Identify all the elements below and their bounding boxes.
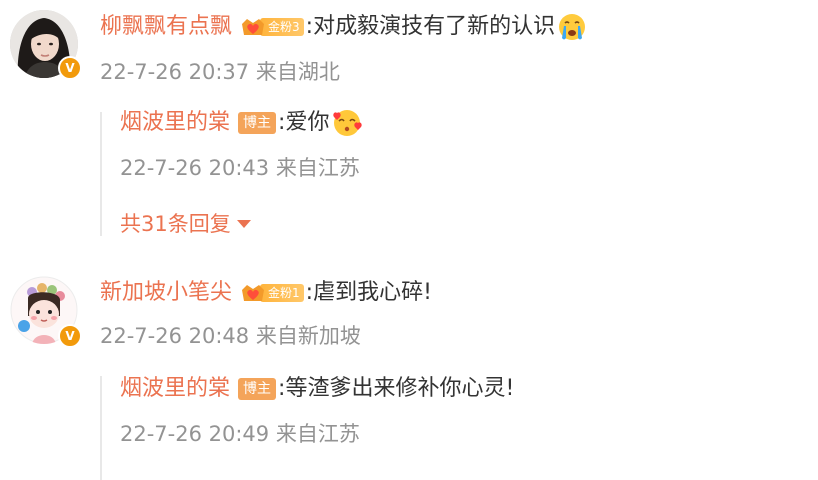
more-replies-label: 共31条回复 [120, 212, 231, 236]
separator: : [278, 376, 286, 401]
comment-item: V 柳飘飘有点飘 金粉3 : 对成毅演技有了新的认识 22-7-26 20:37… [0, 0, 818, 250]
comment-text: 虐到我心碎! [313, 280, 432, 305]
verified-badge-icon: V [58, 56, 82, 80]
more-replies-link[interactable]: 共31条回复 [120, 210, 251, 238]
separator: : [305, 280, 314, 305]
reply-time: 22-7-26 20:49 [120, 422, 270, 446]
reply-text: 爱你 [285, 110, 330, 135]
comment-location: 来自湖北 [255, 60, 340, 84]
comment-header: 柳飘飘有点飘 金粉3 : 对成毅演技有了新的认识 [100, 12, 587, 42]
reply-thread [100, 376, 102, 480]
reply-text: 等渣爹出来修补你心灵! [285, 376, 515, 401]
crown-heart-icon [242, 19, 265, 35]
fan-badge[interactable]: 金粉3 [240, 16, 304, 38]
reply-meta: 22-7-26 20:49 来自江苏 [120, 420, 360, 448]
caret-down-icon [236, 220, 251, 228]
reply-header: 烟波里的棠 博主 : 等渣爹出来修补你心灵! [120, 374, 514, 404]
fan-badge-label: 金粉1 [260, 284, 304, 302]
verified-badge-icon: V [58, 324, 82, 348]
reply-meta: 22-7-26 20:43 来自江苏 [120, 154, 360, 182]
reply-time: 22-7-26 20:43 [120, 156, 270, 180]
comment-text: 对成毅演技有了新的认识 [313, 14, 556, 39]
comment-meta: 22-7-26 20:37 来自湖北 [100, 58, 340, 86]
comment-time: 22-7-26 20:48 [100, 324, 250, 348]
comment-item: V 新加坡小笔尖 金粉1 : 虐到我心碎! 22-7-26 20:48 来自新加… [0, 264, 818, 480]
reply-location: 来自江苏 [275, 156, 360, 180]
blogger-tag: 博主 [238, 112, 277, 134]
fan-badge[interactable]: 金粉1 [240, 282, 304, 304]
comment-header: 新加坡小笔尖 金粉1 : 虐到我心碎! [100, 278, 432, 308]
heart-kiss-face-icon [333, 110, 363, 136]
reply-thread [100, 112, 102, 236]
reply-username[interactable]: 烟波里的棠 [120, 374, 230, 404]
comment-location: 来自新加坡 [255, 324, 361, 348]
fan-badge-label: 金粉3 [260, 18, 304, 36]
blogger-tag: 博主 [238, 378, 277, 400]
separator: : [305, 14, 314, 39]
reply-location: 来自江苏 [275, 422, 360, 446]
crown-heart-icon [242, 285, 265, 301]
comment-meta: 22-7-26 20:48 来自新加坡 [100, 322, 361, 350]
comment-username[interactable]: 新加坡小笔尖 [100, 278, 232, 308]
crying-face-icon [559, 14, 586, 40]
reply-username[interactable]: 烟波里的棠 [120, 108, 230, 138]
separator: : [278, 110, 286, 135]
comment-username[interactable]: 柳飘飘有点飘 [100, 12, 232, 42]
comment-feed: V 柳飘飘有点飘 金粉3 : 对成毅演技有了新的认识 22-7-26 20:37… [0, 0, 818, 480]
comment-time: 22-7-26 20:37 [100, 60, 250, 84]
reply-header: 烟波里的棠 博主 : 爱你 [120, 108, 363, 138]
